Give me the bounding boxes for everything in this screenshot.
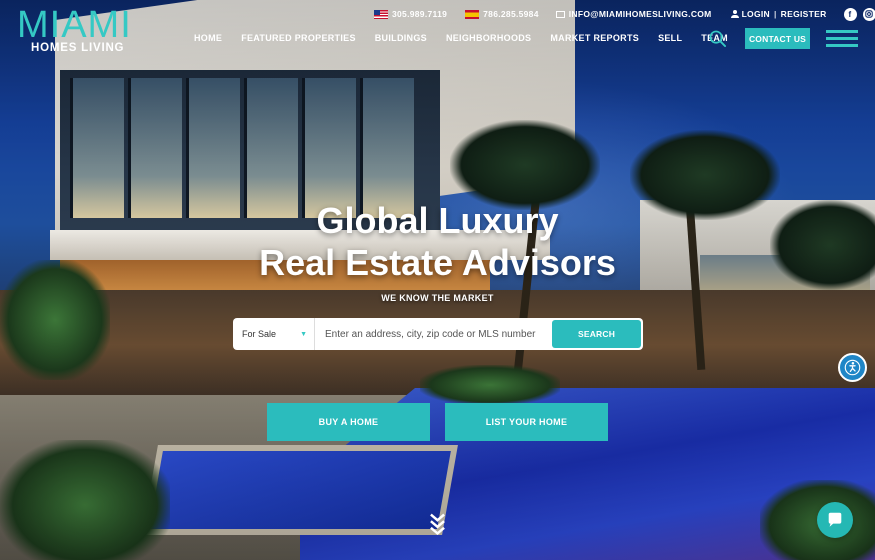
phone-es-link[interactable]: 786.285.5984 <box>465 9 539 19</box>
login-register-separator: | <box>773 9 777 19</box>
phone-us-text: 305.989.7119 <box>392 9 448 19</box>
logo-main-text: MIAMI <box>17 4 132 46</box>
email-link[interactable]: INFO@MIAMIHOMESLIVING.COM <box>555 9 712 19</box>
hero-tagline: WE KNOW THE MARKET <box>381 293 494 303</box>
hero-title: Global Luxury Real Estate Advisors <box>0 200 875 284</box>
envelope-icon <box>555 10 565 18</box>
nav-item-market-reports[interactable]: MARKET REPORTS <box>550 33 639 45</box>
hamburger-menu-icon[interactable] <box>826 30 858 48</box>
nav-item-buildings[interactable]: BUILDINGS <box>375 33 427 45</box>
scroll-down-icon[interactable] <box>429 512 446 536</box>
nav-item-home[interactable]: HOME <box>194 33 222 45</box>
chevron-down-icon: ▼ <box>300 330 307 338</box>
user-icon <box>730 10 739 18</box>
contact-us-button[interactable]: CONTACT US <box>745 28 810 49</box>
search-button[interactable]: SEARCH <box>552 320 641 348</box>
chat-icon[interactable] <box>817 502 853 538</box>
listing-type-value: For Sale <box>242 329 277 339</box>
main-nav: HOME FEATURED PROPERTIES BUILDINGS NEIGH… <box>194 33 747 45</box>
list-your-home-button[interactable]: LIST YOUR HOME <box>445 403 608 441</box>
hero-title-line-2: Real Estate Advisors <box>259 242 616 283</box>
nav-item-neighborhoods[interactable]: NEIGHBORHOODS <box>446 33 531 45</box>
address-search-input[interactable] <box>315 318 552 350</box>
phone-es-text: 786.285.5984 <box>483 9 539 19</box>
site-logo[interactable]: MIAMI HOMES LIVING <box>17 6 142 54</box>
search-icon[interactable] <box>709 30 726 47</box>
buy-a-home-button[interactable]: BUY A HOME <box>267 403 430 441</box>
email-text: INFO@MIAMIHOMESLIVING.COM <box>568 9 712 19</box>
accessibility-icon[interactable] <box>838 353 867 382</box>
nav-item-sell[interactable]: SELL <box>658 33 682 45</box>
phone-us-link[interactable]: 305.989.7119 <box>374 9 447 19</box>
login-link[interactable]: LOGIN <box>730 9 770 19</box>
top-utility-bar: 305.989.7119 786.285.5984 INFO@MIAMIHOME… <box>374 7 875 21</box>
register-link[interactable]: REGISTER <box>781 9 827 19</box>
us-flag-icon <box>374 9 388 19</box>
hero-title-line-1: Global Luxury <box>316 200 559 241</box>
login-text: LOGIN <box>741 9 770 19</box>
spain-flag-icon <box>465 9 480 19</box>
listing-type-select[interactable]: For Sale ▼ <box>233 318 315 350</box>
property-search-bar: For Sale ▼ SEARCH <box>233 318 643 350</box>
instagram-icon[interactable] <box>862 7 875 21</box>
nav-item-featured-properties[interactable]: FEATURED PROPERTIES <box>241 33 356 45</box>
facebook-icon[interactable]: f <box>843 7 857 21</box>
